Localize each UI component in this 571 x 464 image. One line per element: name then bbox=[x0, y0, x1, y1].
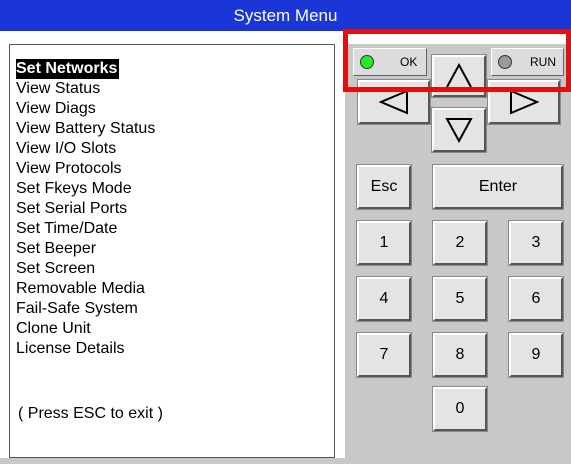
digit-6-button[interactable]: 6 bbox=[509, 277, 563, 321]
digit-4-button[interactable]: 4 bbox=[357, 277, 411, 321]
arrow-right-icon bbox=[510, 89, 539, 115]
enter-button[interactable]: Enter bbox=[433, 165, 563, 209]
window-title: System Menu bbox=[0, 0, 571, 31]
menu-item-view-status[interactable]: View Status bbox=[16, 79, 102, 99]
menu-item-clone-unit[interactable]: Clone Unit bbox=[16, 319, 93, 339]
digit-2-button[interactable]: 2 bbox=[433, 221, 487, 265]
ok-indicator: OK bbox=[353, 48, 427, 76]
menu-item-license-details[interactable]: License Details bbox=[16, 339, 127, 359]
ok-led bbox=[360, 55, 374, 69]
down-arrow-button[interactable] bbox=[432, 108, 486, 152]
digit-8-button[interactable]: 8 bbox=[433, 333, 487, 377]
right-arrow-button[interactable] bbox=[488, 80, 560, 124]
arrow-up-icon bbox=[446, 63, 472, 88]
menu-item-set-screen[interactable]: Set Screen bbox=[16, 259, 97, 279]
arrow-left-icon bbox=[379, 89, 408, 115]
bottom-border bbox=[0, 458, 571, 464]
menu-item-set-time-date[interactable]: Set Time/Date bbox=[16, 219, 119, 239]
digit-0-button[interactable]: 0 bbox=[433, 387, 487, 431]
menu-item-set-serial-ports[interactable]: Set Serial Ports bbox=[16, 199, 129, 219]
digit-3-button[interactable]: 3 bbox=[509, 221, 563, 265]
arrow-down-icon bbox=[445, 118, 473, 143]
left-arrow-button[interactable] bbox=[358, 80, 430, 124]
menu-item-removable-media[interactable]: Removable Media bbox=[16, 279, 147, 299]
menu-item-set-networks[interactable]: Set Networks bbox=[16, 59, 120, 79]
menu-item-fail-safe-system[interactable]: Fail-Safe System bbox=[16, 299, 140, 319]
run-indicator: RUN bbox=[491, 48, 564, 76]
menu-item-view-battery-status[interactable]: View Battery Status bbox=[16, 119, 157, 139]
ok-label: OK bbox=[400, 55, 418, 69]
menu-item-set-beeper[interactable]: Set Beeper bbox=[16, 239, 98, 259]
esc-button[interactable]: Esc bbox=[357, 165, 411, 209]
system-menu-list-panel: Set Networks View Status View Diags View… bbox=[9, 44, 335, 458]
digit-7-button[interactable]: 7 bbox=[357, 333, 411, 377]
menu-list: Set Networks View Status View Diags View… bbox=[16, 59, 157, 359]
digit-5-button[interactable]: 5 bbox=[433, 277, 487, 321]
exit-hint: ( Press ESC to exit ) bbox=[18, 405, 163, 422]
up-arrow-button[interactable] bbox=[432, 55, 486, 97]
menu-item-set-fkeys-mode[interactable]: Set Fkeys Mode bbox=[16, 179, 134, 199]
menu-item-view-diags[interactable]: View Diags bbox=[16, 99, 98, 119]
digit-9-button[interactable]: 9 bbox=[509, 333, 563, 377]
menu-item-view-protocols[interactable]: View Protocols bbox=[16, 159, 124, 179]
run-label: RUN bbox=[530, 55, 556, 69]
run-led bbox=[498, 55, 512, 69]
menu-item-view-io-slots[interactable]: View I/O Slots bbox=[16, 139, 118, 159]
digit-1-button[interactable]: 1 bbox=[357, 221, 411, 265]
